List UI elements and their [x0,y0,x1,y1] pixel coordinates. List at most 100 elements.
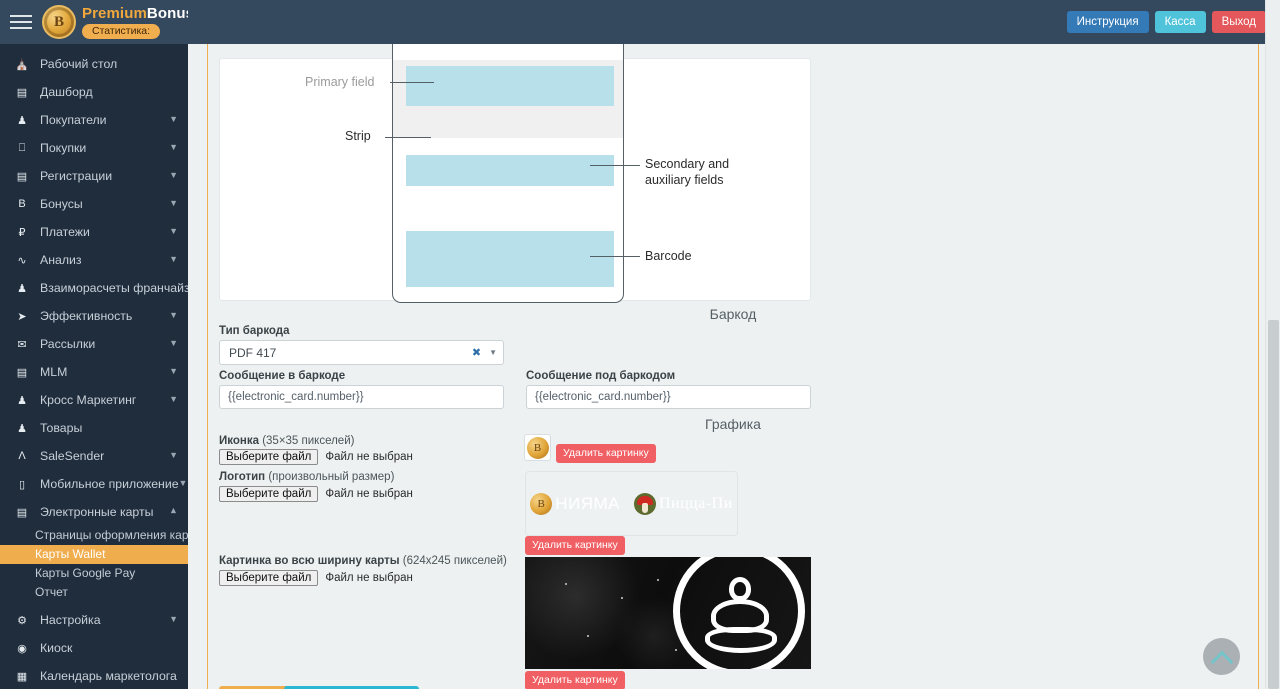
mobile-icon: ▯ [18,478,26,491]
logo-field-label-hint: (произвольный размер) [268,471,395,483]
chevron-down-icon: ▼ [169,170,178,180]
sidebar-item-label: Дашборд [40,85,93,99]
sidebar-item-effektivnost[interactable]: ➤ Эффективность ▼ [0,302,188,330]
strip-choose-file-button[interactable]: Выберите файл [219,570,319,586]
chevron-down-icon: ▼ [169,142,178,152]
credit-card-icon: ▤ [16,506,28,519]
logo-choose-file-button[interactable]: Выберите файл [219,486,319,502]
icon-field-label-hint: (35×35 пикселей) [262,435,355,447]
icon-preview-thumbnail: B [524,434,551,461]
sidebar-item-tovary[interactable]: ♟ Товары [0,414,188,442]
logo-brand-2-text: Пицца-Пи [658,494,733,512]
sidebar-item-salesender[interactable]: Λ SaleSender ▼ [0,442,188,470]
sidebar-item-pokupki[interactable]: ⎕ Покупки ▼ [0,134,188,162]
sidebar-subitem-karty-google-pay[interactable]: Карты Google Pay [0,564,188,583]
shirt-icon: ♟ [17,422,27,435]
sidebar-item-rabochiy-stol[interactable]: ⛪ Рабочий стол [0,50,188,78]
logo-brand-1-text: НИЯМА [555,493,620,513]
delete-logo-image-button[interactable]: Удалить картинку [525,536,625,555]
annotation-primary-field: Primary field [305,75,375,89]
sidebar-item-label: Платежи [40,225,90,239]
chevron-down-icon: ▼ [169,226,178,236]
sidebar-item-label: Настройка [40,613,101,627]
message-under-barcode-input[interactable]: {{electronic_card.number}} [526,385,811,409]
sidebar-item-nastroyka[interactable]: ⚙ Настройка ▼ [0,606,188,634]
sidebar-item-rassylki[interactable]: ✉ Рассылки ▼ [0,330,188,358]
cart-icon: ⎕ [18,141,26,154]
briefcase-icon: ▤ [16,366,28,379]
delete-strip-image-button[interactable]: Удалить картинку [525,671,625,689]
main-content: Primary field Strip Secondary and auxili… [188,44,1262,689]
sidebar-item-registracii[interactable]: ▤ Регистрации ▼ [0,162,188,190]
strip-preview-image [525,557,811,669]
sidebar-item-elektronnye-karty[interactable]: ▤ Электронные карты ▼ [0,498,188,526]
message-in-barcode-input[interactable]: {{electronic_card.number}} [219,385,504,409]
clear-x-icon[interactable]: ✖ [472,346,481,359]
icon-choose-file-button[interactable]: Выберите файл [219,449,319,465]
sidebar-item-platezhi[interactable]: ₽ Платежи ▼ [0,218,188,246]
sidebar-item-label: Киоск [40,641,73,655]
sidebar-subitem-karty-wallet[interactable]: Карты Wallet [0,545,188,564]
sidebar-item-label: Электронные карты [40,505,154,519]
group-icon: ♟ [17,394,27,407]
card-primary-field-block [406,66,614,106]
logo-brand-pizza-pi: Пицца-Пи [633,492,733,515]
leader-line-barcode [590,256,640,257]
instruction-button[interactable]: Инструкция [1066,11,1149,33]
chevron-down-icon: ▼ [169,114,178,124]
menu-toggle-icon[interactable] [10,14,32,30]
delete-icon-image-button[interactable]: Удалить картинку [556,444,656,463]
sidebar-nav: ⛪ Рабочий стол ▤ Дашборд ♟ Покупатели ▼ … [0,44,188,689]
sidebar-item-label: Бонусы [40,197,83,211]
sidebar-item-pokupateli[interactable]: ♟ Покупатели ▼ [0,106,188,134]
sidebar-item-label: Кросс Маркетинг [40,393,137,407]
barcode-type-select[interactable]: PDF 417 ✖ ▼ [219,340,504,365]
book-icon: ▤ [16,170,28,183]
sidebar-item-analiz[interactable]: ∿ Анализ ▼ [0,246,188,274]
icon-file-row: Выберите файл Файл не выбран [219,449,413,465]
line-chart-icon: ∿ [17,254,27,267]
sidebar-item-kiosk[interactable]: ◉ Киоск [0,634,188,662]
sidebar-item-bonusy[interactable]: B Бонусы ▼ [0,190,188,218]
gear-icon: ⚙ [17,614,27,627]
kassa-button[interactable]: Касса [1154,11,1206,33]
annotation-barcode: Barcode [645,249,692,263]
icon-field-label: Иконка (35×35 пикселей) [219,435,354,447]
dashboard-icon: ▤ [16,86,28,99]
chevron-down-icon: ▼ [169,366,178,376]
icon-file-status: Файл не выбран [325,451,413,463]
sidebar-subitem-otchet[interactable]: Отчет [0,583,188,602]
logo-file-row: Выберите файл Файл не выбран [219,486,413,502]
logo-preview-image: B НИЯМА Пицца-Пи [525,471,738,536]
annotation-strip: Strip [345,129,371,143]
sidebar-item-mlm[interactable]: ▤ MLM ▼ [0,358,188,386]
sidebar-item-label: Покупки [40,141,87,155]
sidebar-item-kross-marketing[interactable]: ♟ Кросс Маркетинг ▼ [0,386,188,414]
sidebar-item-dashboard[interactable]: ▤ Дашборд [0,78,188,106]
tower-icon: Λ [18,450,26,462]
brand-text: PremiumBonus Статистика: [82,5,188,39]
leader-line-primary [390,82,434,83]
logout-button[interactable]: Выход [1211,11,1266,33]
home-icon: ⛪ [15,58,29,71]
page-scrollbar[interactable] [1265,0,1280,689]
sidebar-item-vzaimoraschety-franchayzi[interactable]: ♟ Взаиморасчеты франчайзи ▼ [0,274,188,302]
chevron-down-icon: ▼ [169,338,178,348]
sidebar-subitem-stranicy-oformleniya-kart[interactable]: Страницы оформления карт [0,526,188,545]
page-scrollbar-thumb[interactable] [1268,320,1279,689]
brand-logo[interactable]: B PremiumBonus Статистика: [42,5,188,39]
annotation-secondary-fields-line1: Secondary and [645,157,730,171]
sidebar-item-label: Регистрации [40,169,113,183]
annotation-secondary-fields-line2: auxiliary fields [645,173,724,187]
wallet-card-form-panel: Primary field Strip Secondary and auxili… [207,44,1259,689]
barcode-type-label: Тип баркода [219,325,290,337]
logo-brand-niyama: B НИЯМА [530,492,620,515]
leader-line-secondary [590,165,640,166]
sidebar-item-label: Рассылки [40,337,96,351]
section-title-barcode: Баркод [709,306,757,322]
strip-file-row: Выберите файл Файл не выбран [219,570,413,586]
sidebar-item-mobilnoe-prilozhenie[interactable]: ▯ Мобильное приложение ▼ [0,470,188,498]
chevron-down-icon[interactable]: ▼ [489,348,497,357]
scroll-to-top-button[interactable] [1203,638,1240,675]
sidebar-item-kalendar-marketologa[interactable]: ▦ Календарь маркетолога [0,662,188,689]
